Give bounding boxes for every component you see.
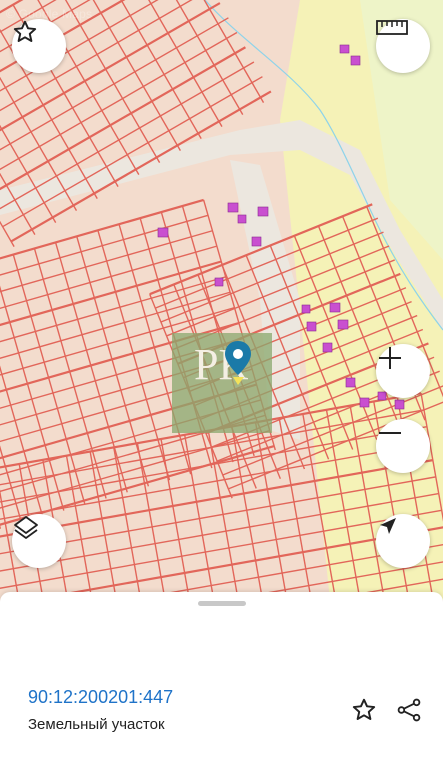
my-location-button[interactable] — [376, 514, 430, 568]
plus-icon — [379, 347, 401, 369]
zoom-in-button[interactable] — [376, 344, 430, 398]
layers-icon — [14, 516, 38, 539]
selected-parcel-marker[interactable]: РК — [172, 333, 272, 433]
cadastral-map[interactable]: © Google Maps РК — [0, 0, 443, 600]
minus-icon — [379, 432, 401, 434]
favorite-button[interactable] — [12, 19, 66, 73]
share-icon — [397, 698, 421, 722]
star-icon — [13, 20, 37, 42]
share-button[interactable] — [393, 694, 425, 726]
ruler-icon — [376, 20, 408, 35]
map-pin-icon — [225, 341, 251, 385]
zoom-out-button[interactable] — [376, 419, 430, 473]
sheet-grabber[interactable] — [198, 601, 246, 606]
cadastral-number[interactable]: 90:12:200201:447 — [28, 687, 173, 708]
location-arrow-icon — [380, 518, 396, 534]
parcel-type: Земельный участок — [28, 716, 165, 733]
ruler-button[interactable] — [376, 19, 430, 73]
star-icon — [352, 698, 376, 720]
layers-button[interactable] — [12, 514, 66, 568]
parcel-bottom-sheet[interactable]: 90:12:200201:447 Земельный участок — [0, 592, 443, 768]
map-canvas — [0, 0, 443, 600]
favorite-parcel-button[interactable] — [348, 694, 380, 726]
